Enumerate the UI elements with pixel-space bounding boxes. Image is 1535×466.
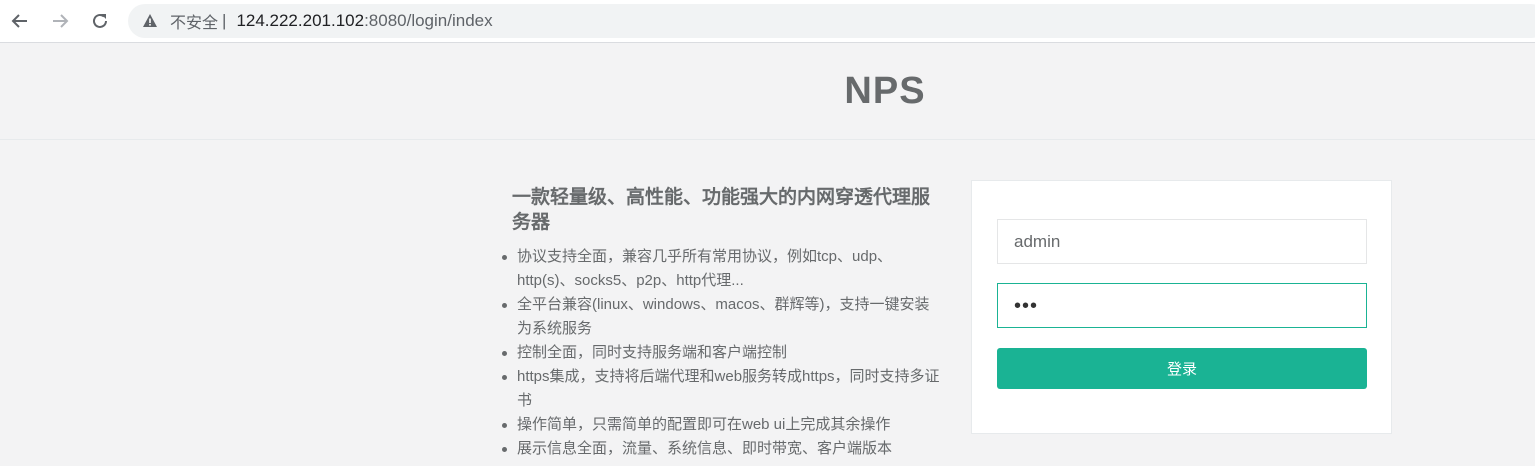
intro-section: 一款轻量级、高性能、功能强大的内网穿透代理服务器 协议支持全面，兼容几乎所有常用… xyxy=(498,185,943,461)
list-item: 操作简单，只需简单的配置即可在web ui上完成其余操作 xyxy=(502,413,943,437)
url-path[interactable]: :8080/login/index xyxy=(364,11,493,31)
intro-title: 一款轻量级、高性能、功能强大的内网穿透代理服务器 xyxy=(512,187,931,233)
page-header: NPS xyxy=(0,43,1535,140)
reload-button[interactable] xyxy=(80,0,120,42)
list-item: 全平台兼容(linux、windows、macos、群辉等)，支持一键安装为系统… xyxy=(502,293,943,341)
login-form: admin ••• 登录 xyxy=(971,180,1392,434)
warning-icon[interactable] xyxy=(142,12,160,30)
address-bar[interactable]: 不安全 | 124.222.201.102 :8080/login/index xyxy=(128,4,1535,38)
list-item: https集成，支持将后端代理和web服务转成https，同时支持多证书 xyxy=(502,365,943,413)
logo: NPS xyxy=(844,69,926,112)
username-value: admin xyxy=(1014,231,1061,251)
login-button[interactable]: 登录 xyxy=(997,348,1367,389)
list-item: 协议支持全面，兼容几乎所有常用协议，例如tcp、udp、http(s)、sock… xyxy=(502,245,943,293)
list-item: 控制全面，同时支持服务端和客户端控制 xyxy=(502,341,943,365)
username-input[interactable]: admin xyxy=(997,219,1367,264)
reload-icon xyxy=(93,13,107,28)
forward-arrow-icon xyxy=(53,14,69,28)
password-input[interactable]: ••• xyxy=(997,283,1367,328)
list-item: 展示信息全面，流量、系统信息、即时带宽、客户端版本 xyxy=(502,437,943,461)
back-arrow-icon xyxy=(11,14,27,28)
url-host[interactable]: 124.222.201.102 xyxy=(236,11,364,31)
back-button[interactable] xyxy=(0,0,40,42)
password-value: ••• xyxy=(1014,294,1039,317)
url-separator: | xyxy=(222,11,227,30)
browser-toolbar: 不安全 | 124.222.201.102 :8080/login/index xyxy=(0,0,1535,42)
insecure-label[interactable]: 不安全 xyxy=(170,9,218,33)
forward-button[interactable] xyxy=(40,0,80,42)
feature-list: 协议支持全面，兼容几乎所有常用协议，例如tcp、udp、http(s)、sock… xyxy=(498,245,943,461)
